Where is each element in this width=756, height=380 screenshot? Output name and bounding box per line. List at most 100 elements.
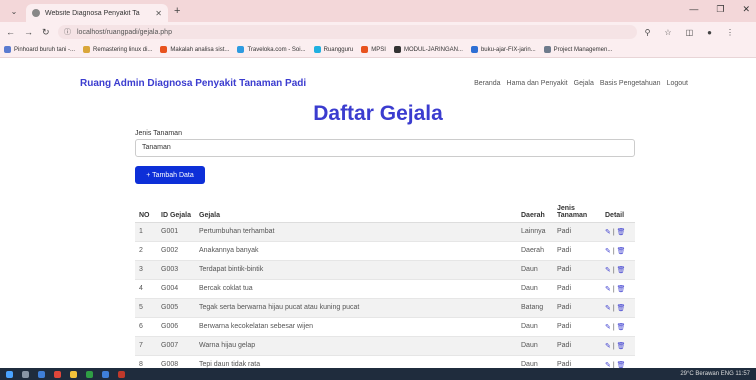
address-bar-row: ← → ↻ ⓘ localhost/ruangpadi/gejala.php ⚲… (0, 22, 756, 42)
cell-id: G005 (157, 297, 195, 317)
bookmark-star-icon[interactable]: ☆ (664, 28, 671, 37)
folder-icon[interactable] (70, 370, 77, 378)
tab-list-dropdown[interactable]: ⌄ (6, 4, 22, 18)
menu-logout[interactable]: Logout (667, 80, 688, 87)
menu-gejala[interactable]: Gejala (574, 80, 594, 87)
cell-jenis: Padi (553, 297, 601, 317)
edit-icon[interactable]: ✎ (605, 286, 611, 293)
bookmark-label: Pinhoard buruh tani -... (14, 46, 76, 53)
cell-no: 1 (135, 221, 157, 241)
edit-icon[interactable]: ✎ (605, 305, 611, 312)
minimize-button[interactable]: — (689, 4, 698, 15)
bookmark-item[interactable]: buku-ajar-FIX-jarin... (470, 46, 536, 53)
delete-icon[interactable]: 🗑 (617, 229, 626, 236)
edit-icon[interactable]: ✎ (605, 248, 611, 255)
cell-gejala: Tegak serta berwarna hijau pucat atau ku… (195, 297, 517, 317)
page-title: Daftar Gejala (313, 102, 443, 125)
menu-hama-penyakit[interactable]: Hama dan Penyakit (507, 80, 568, 87)
cell-jenis: Padi (553, 278, 601, 298)
table-row: 2 G002 Anakannya banyak Daerah Padi ✎ | 🗑 (135, 240, 635, 260)
bookmark-item[interactable]: Traveloka.com - Soi... (237, 46, 306, 53)
gejala-table: NO ID Gejala Gejala Daerah Jenis Tanaman… (135, 192, 635, 374)
bookmark-item[interactable]: Ruangguru (313, 46, 353, 53)
delete-icon[interactable]: 🗑 (617, 343, 626, 350)
maximize-button[interactable]: ❐ (716, 4, 724, 15)
url-text: localhost/ruangpadi/gejala.php (77, 28, 172, 36)
search-icon[interactable] (22, 370, 29, 378)
table-row: 1 G001 Pertumbuhan terhambat Lainnya Padi ✎ |… (135, 221, 635, 241)
edit-icon[interactable]: ✎ (605, 267, 611, 274)
windows-taskbar: 29°C Berawan ENG 11:57 (0, 368, 756, 380)
start-icon[interactable] (6, 370, 13, 378)
forward-icon[interactable]: → (24, 27, 33, 38)
cell-no: 5 (135, 297, 157, 317)
bookmark-item[interactable]: Makalah analisa sist... (160, 46, 229, 53)
edit-icon[interactable]: ✎ (605, 229, 611, 236)
brand-title[interactable]: Ruang Admin Diagnosa Penyakit Tanaman Pa… (80, 78, 306, 89)
chrome-icon[interactable] (54, 370, 61, 378)
table-row: 3 G003 Terdapat bintik-bintik Daun Padi ✎ | 🗑 (135, 259, 635, 279)
cell-daerah: Daun (517, 259, 553, 279)
edit-icon[interactable]: ✎ (605, 324, 611, 331)
delete-icon[interactable]: 🗑 (617, 248, 626, 255)
bookmark-label: Traveloka.com - Soi... (247, 46, 306, 53)
add-data-button[interactable]: + Tambah Data (135, 166, 205, 184)
delete-icon[interactable]: 🗑 (617, 305, 626, 312)
site-info-icon[interactable]: ⓘ (64, 27, 71, 37)
cell-id: G002 (157, 240, 195, 260)
edge-icon[interactable] (38, 370, 45, 378)
bookmark-favicon-icon (237, 46, 245, 53)
word-icon[interactable] (102, 370, 109, 378)
reload-icon[interactable]: ↻ (42, 27, 50, 38)
pdf-icon[interactable] (118, 370, 125, 378)
cell-gejala: Berwarna kecokelatan sebesar wijen (195, 316, 517, 336)
app-icon[interactable] (86, 370, 93, 378)
cell-detail: ✎ | 🗑 (601, 316, 635, 336)
table-row: 4 G004 Bercak coklat tua Daun Padi ✎ | 🗑 (135, 278, 635, 298)
menu-basis-pengetahuan[interactable]: Basis Pengetahuan (600, 80, 661, 87)
cell-gejala: Bercak coklat tua (195, 278, 517, 298)
bookmark-label: Remastering linux di... (93, 46, 153, 53)
browser-tab[interactable]: Website Diagnosa Penyakit Ta ✕ (26, 4, 168, 22)
browser-tab-bar: ⌄ Website Diagnosa Penyakit Ta ✕ + — ❐ ✕ (0, 0, 756, 22)
close-tab-icon[interactable]: ✕ (155, 9, 162, 18)
table-row: 5 G005 Tegak serta berwarna hijau pucat at… (135, 297, 635, 317)
jenis-tanaman-label: Jenis Tanaman (135, 130, 182, 137)
bookmark-favicon-icon (543, 46, 551, 53)
globe-icon (32, 9, 40, 17)
cell-jenis: Padi (553, 221, 601, 241)
menu-beranda[interactable]: Beranda (474, 80, 500, 87)
system-tray: 29°C Berawan ENG 11:57 (680, 371, 750, 377)
url-field[interactable]: ⓘ localhost/ruangpadi/gejala.php (58, 25, 637, 39)
col-id: ID Gejala (157, 192, 195, 223)
profile-icon[interactable]: ● (707, 28, 712, 37)
cell-detail: ✎ | 🗑 (601, 278, 635, 298)
cell-detail: ✎ | 🗑 (601, 335, 635, 355)
bookmark-item[interactable]: MPSI (361, 46, 386, 53)
bookmark-item[interactable]: Pinhoard buruh tani -... (4, 46, 75, 53)
zoom-icon[interactable]: ⚲ (645, 28, 651, 37)
cell-jenis: Padi (553, 259, 601, 279)
delete-icon[interactable]: 🗑 (617, 324, 626, 331)
bookmark-item[interactable]: Remastering linux di... (83, 46, 152, 53)
bookmark-item[interactable]: MODUL-JARINGAN... (393, 46, 463, 53)
bookmark-item[interactable]: Project Managemen... (543, 46, 613, 53)
col-daerah: Daerah (517, 192, 553, 223)
close-window-button[interactable]: ✕ (742, 4, 750, 15)
cell-daerah: Daerah (517, 240, 553, 260)
menu-icon[interactable]: ⋮ (726, 28, 734, 37)
jenis-tanaman-select[interactable]: Tanaman (135, 139, 635, 157)
tab-title: Website Diagnosa Penyakit Ta (45, 9, 140, 17)
bookmark-label: Project Managemen... (553, 46, 613, 53)
new-tab-button[interactable]: + (174, 5, 180, 17)
edit-icon[interactable]: ✎ (605, 343, 611, 350)
cell-no: 6 (135, 316, 157, 336)
delete-icon[interactable]: 🗑 (617, 267, 626, 274)
extensions-icon[interactable]: ◫ (686, 28, 694, 37)
cell-detail: ✎ | 🗑 (601, 240, 635, 260)
col-gejala: Gejala (195, 192, 517, 223)
col-detail: Detail (601, 192, 635, 223)
back-icon[interactable]: ← (6, 27, 15, 38)
cell-detail: ✎ | 🗑 (601, 221, 635, 241)
delete-icon[interactable]: 🗑 (617, 286, 626, 293)
